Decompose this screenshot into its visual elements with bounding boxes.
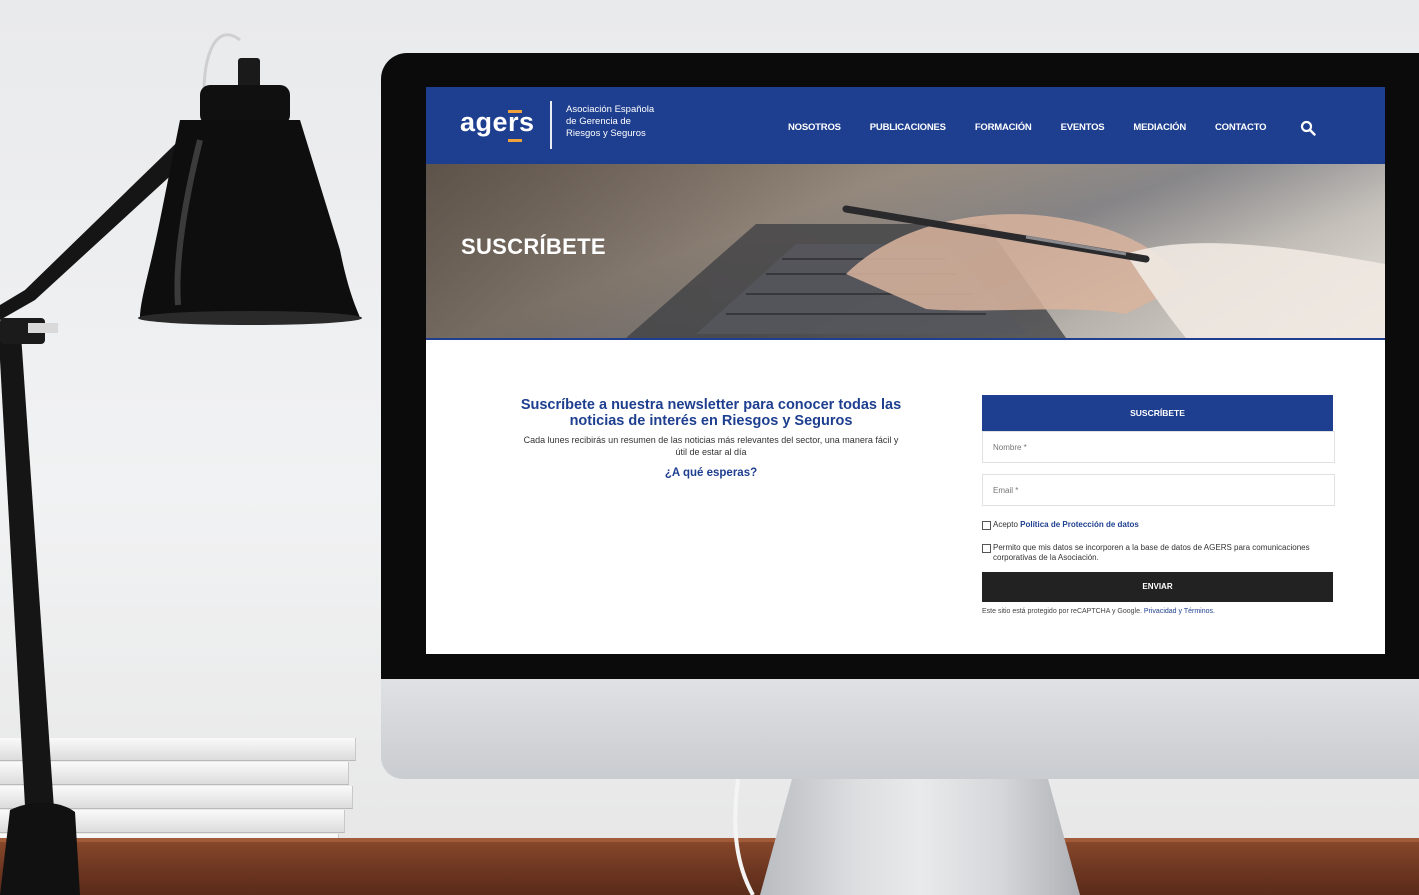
recaptcha-notice: Este sitio está protegido por reCAPTCHA … (982, 608, 1333, 615)
logo-accent (508, 110, 522, 113)
subscribe-form: SUSCRÍBETE Acepto Política de Protección… (982, 395, 1335, 615)
nav-formacion[interactable]: FORMACIÓN (975, 122, 1032, 133)
logo-tagline-line: Riesgos y Seguros (566, 128, 646, 139)
logo-wordmark[interactable]: agers (460, 107, 535, 138)
privacy-checkbox[interactable] (982, 521, 991, 530)
nav-publicaciones[interactable]: PUBLICACIONES (870, 122, 946, 133)
intro-cta: ¿A qué esperas? (664, 467, 758, 479)
logo-tagline-line: de Gerencia de (566, 116, 631, 127)
data-consent-checkbox[interactable] (982, 544, 991, 553)
nav-mediacion[interactable]: MEDIACIÓN (1133, 122, 1186, 133)
email-field[interactable] (982, 474, 1335, 506)
main-nav: NOSOTROS PUBLICACIONES FORMACIÓN EVENTOS… (788, 122, 1295, 133)
nav-eventos[interactable]: EVENTOS (1061, 122, 1105, 133)
data-consent-label: Permito que mis datos se incorporen a la… (993, 543, 1310, 562)
logo-tagline-line: Asociación Española (566, 104, 655, 115)
logo-tagline: Asociación Española de Gerencia de Riesg… (566, 104, 696, 140)
search-icon[interactable] (1300, 120, 1316, 136)
site-header: agers Asociación Española de Gerencia de… (426, 87, 1385, 164)
hero-divider (426, 338, 1385, 340)
intro-title: Suscríbete a nuestra newsletter para con… (520, 397, 902, 429)
recaptcha-text: Este sitio está protegido por reCAPTCHA … (982, 608, 1142, 615)
desk-lamp (0, 33, 362, 895)
submit-button[interactable]: ENVIAR (982, 572, 1333, 602)
monitor-chin (381, 679, 1419, 779)
logo-divider (550, 101, 552, 149)
data-consent-row: Permito que mis datos se incorporen a la… (982, 543, 1333, 563)
hero-title: SUSCRÍBETE (461, 234, 606, 259)
accept-prefix: Acepto (993, 520, 1018, 529)
cable (733, 779, 755, 895)
privacy-consent-row: Acepto Política de Protección de datos (982, 520, 1333, 530)
monitor-stand (760, 779, 1080, 895)
hero-banner: SUSCRÍBETE (426, 164, 1385, 338)
name-field[interactable] (982, 431, 1335, 463)
logo-accent (508, 139, 522, 142)
form-header: SUSCRÍBETE (982, 395, 1333, 431)
intro-section: Suscríbete a nuestra newsletter para con… (518, 397, 904, 479)
intro-text: Cada lunes recibirás un resumen de las n… (523, 435, 899, 457)
nav-nosotros[interactable]: NOSOTROS (788, 122, 841, 133)
privacy-label: Acepto Política de Protección de datos (993, 520, 1139, 530)
nav-contacto[interactable]: CONTACTO (1215, 122, 1267, 133)
recaptcha-terms-link[interactable]: Privacidad y Términos. (1144, 608, 1215, 615)
privacy-policy-link[interactable]: Política de Protección de datos (1020, 520, 1139, 529)
website-screen: agers Asociación Española de Gerencia de… (426, 87, 1385, 654)
